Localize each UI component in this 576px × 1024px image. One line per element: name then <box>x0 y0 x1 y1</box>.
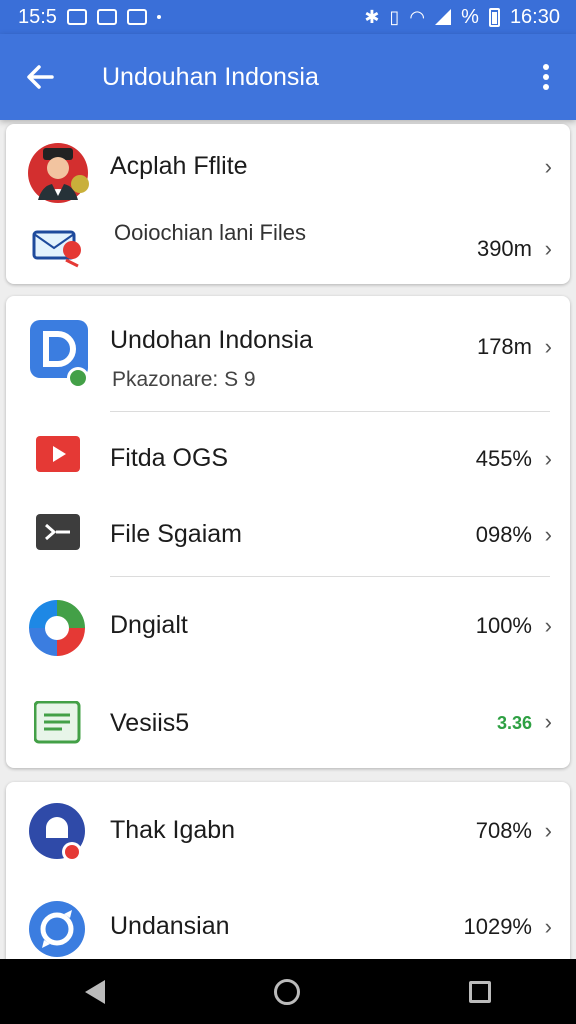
card-files: Acplah Fflite › Ooiochian lani Files 390… <box>6 124 570 284</box>
dot-icon <box>543 74 549 80</box>
list-item-label: Thak Igabn <box>110 816 236 844</box>
nav-home-icon[interactable] <box>273 978 300 1005</box>
nav-recents-icon[interactable] <box>469 980 492 1003</box>
list-item-label: Acplah Fflite <box>110 152 248 180</box>
chevron-right-icon: › <box>544 236 552 261</box>
list-item-label: Undohan Indonsia <box>110 326 313 354</box>
bluetooth-icon: ✱ <box>364 6 380 27</box>
chevron-right-icon: › <box>544 914 552 939</box>
more-notifications-icon <box>156 15 161 19</box>
list-item-ooiochian[interactable]: Ooiochian lani Files 390m › <box>6 214 570 284</box>
status-time-right: 16:30 <box>509 5 560 28</box>
chevron-right-icon: › <box>544 818 552 843</box>
list-item-vesiis[interactable]: Vesiis5 3.36 › <box>6 673 570 768</box>
list-item-file-sgaiam[interactable]: File Sgaiam 098% › <box>6 492 570 574</box>
list-item-undohan[interactable]: Undohan Indonsia Pkazonare: S 9 178m › <box>6 296 570 410</box>
notification-icon <box>66 9 87 25</box>
overflow-menu-button[interactable] <box>516 34 576 120</box>
chat-app-icon <box>29 803 85 862</box>
card-apps: Undohan Indonsia Pkazonare: S 9 178m › F… <box>6 296 570 768</box>
back-button[interactable] <box>0 34 80 120</box>
status-time-left: 15:5 <box>18 5 57 28</box>
docs-app-icon <box>30 320 89 389</box>
youtube-icon <box>36 436 80 472</box>
page-title: Undouhan Indonsia <box>102 62 319 91</box>
list-item-acplah[interactable]: Acplah Fflite › <box>6 124 570 214</box>
chevron-right-icon: › <box>544 154 552 179</box>
chevron-right-icon: › <box>544 334 552 359</box>
avatar-icon <box>28 143 89 203</box>
signal-icon <box>435 9 452 25</box>
chevron-right-icon: › <box>544 613 552 638</box>
card-more: Thak Igabn 708% › Undansian 1029% › <box>6 782 570 982</box>
list-item-subtitle: Pkazonare: S 9 <box>112 368 256 391</box>
list-item-dngialt[interactable]: Dngialt 100% › <box>6 577 570 673</box>
photo-notification-icon <box>96 9 117 25</box>
compass-icon <box>29 901 85 957</box>
list-item-percent: 455% <box>475 446 532 471</box>
list-item-label: Ooiochian lani Files <box>114 220 306 245</box>
list-item-size: 178m <box>476 334 532 359</box>
chevron-right-icon: › <box>544 446 552 471</box>
list-item-percent: 098% <box>475 522 532 547</box>
wifi-icon: ◠ <box>409 6 426 27</box>
list-item-label: File Sgaiam <box>110 520 242 548</box>
app-bar: Undouhan Indonsia <box>0 34 576 120</box>
message-icon <box>32 230 81 268</box>
list-item-size: 390m <box>476 236 532 261</box>
vibrate-icon: ▯ <box>389 6 400 27</box>
list-item-percent: 1029% <box>463 914 532 939</box>
battery-percent: % <box>461 5 479 28</box>
chevron-right-icon: › <box>544 709 552 734</box>
list-item-percent: 708% <box>475 818 532 843</box>
battery-icon <box>488 7 500 27</box>
list-item-label: Undansian <box>110 912 230 940</box>
colorful-ring-icon <box>29 600 85 656</box>
list-item-fitda[interactable]: Fitda OGS 455% › <box>6 412 570 492</box>
list-item-label: Vesiis5 <box>110 709 190 737</box>
list-item-thak[interactable]: Thak Igabn 708% › <box>6 782 570 882</box>
app-notification-icon <box>126 9 147 25</box>
list-item-percent: 100% <box>475 613 532 638</box>
list-item-value: 3.36 <box>496 713 532 733</box>
list-item-label: Fitda OGS <box>110 444 229 472</box>
chevron-right-icon: › <box>544 522 552 547</box>
terminal-icon <box>36 514 80 550</box>
status-bar: 15:5 ✱ ▯ ◠ % 16:30 <box>0 0 576 34</box>
nav-back-icon[interactable] <box>84 979 105 1004</box>
dot-icon <box>543 64 549 70</box>
list-item-label: Dngialt <box>110 611 188 639</box>
system-navigation-bar <box>0 959 576 1024</box>
notes-icon <box>34 701 81 744</box>
arrow-left-icon <box>27 65 54 89</box>
dot-icon <box>543 84 549 90</box>
